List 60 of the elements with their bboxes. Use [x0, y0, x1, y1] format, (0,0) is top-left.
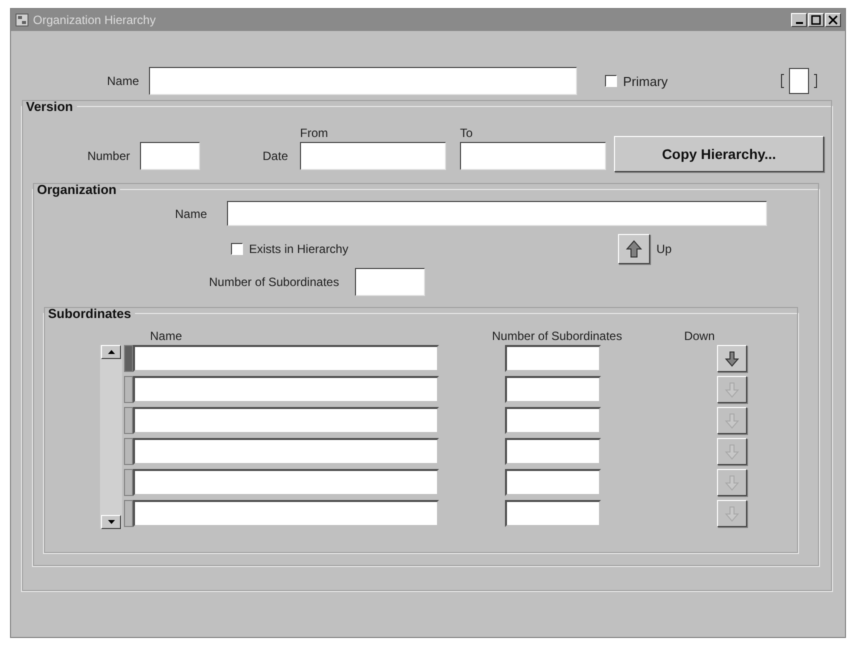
from-date-field[interactable]: [300, 142, 446, 170]
vertical-scrollbar[interactable]: [100, 345, 122, 529]
name-label: Name: [106, 74, 139, 88]
scroll-up-button[interactable]: [101, 345, 121, 359]
up-label: Up: [656, 242, 672, 256]
minimize-button[interactable]: [791, 13, 807, 27]
close-button[interactable]: [825, 13, 841, 27]
subordinate-name-field[interactable]: [133, 376, 439, 403]
subordinate-name-field[interactable]: [133, 407, 439, 434]
down-arrow-icon: [725, 350, 739, 366]
to-label: To: [460, 126, 474, 140]
up-triangle-icon: [108, 350, 114, 354]
down-arrow-icon: [725, 412, 739, 428]
down-arrow-icon: [725, 506, 739, 522]
subordinate-count-field[interactable]: [505, 500, 601, 527]
subordinate-name-field[interactable]: [133, 345, 439, 372]
number-label: Number: [87, 149, 130, 163]
exists-label: Exists in Hierarchy: [249, 242, 348, 256]
to-date-field[interactable]: [460, 142, 606, 170]
copy-hierarchy-button[interactable]: Copy Hierarchy...: [614, 136, 824, 172]
subordinates-title: Subordinates: [47, 306, 132, 321]
subordinate-name-field[interactable]: [133, 500, 439, 527]
column-header: Down: [684, 329, 715, 343]
subordinate-count-field[interactable]: [505, 376, 601, 403]
down-arrow-icon: [725, 382, 739, 398]
subordinate-count-field[interactable]: [505, 345, 601, 372]
organization-title: Organization: [36, 182, 118, 197]
number-field[interactable]: [140, 142, 200, 170]
minimize-icon: [796, 22, 802, 24]
version-title: Version: [25, 99, 74, 114]
maximize-button[interactable]: [808, 13, 824, 27]
subordinate-name-field[interactable]: [133, 438, 439, 465]
window-icon: [15, 13, 29, 27]
subordinate-count-field[interactable]: [505, 469, 601, 496]
down-arrow-icon: [725, 474, 739, 490]
down-triangle-icon: [108, 520, 114, 524]
record-indicator-icon: [781, 68, 817, 94]
subordinate-count-field[interactable]: [505, 438, 601, 465]
subordinates-count-field[interactable]: [355, 268, 426, 296]
primary-checkbox[interactable]: [605, 75, 617, 87]
up-arrow-icon: [625, 239, 644, 259]
name-field[interactable]: [149, 67, 577, 95]
down-arrow-icon: [725, 444, 739, 460]
window-title: Organization Hierarchy: [33, 13, 156, 27]
primary-label: Primary: [623, 74, 668, 88]
subordinate-name-field[interactable]: [133, 469, 439, 496]
scroll-down-button[interactable]: [101, 515, 121, 529]
down-button[interactable]: [717, 345, 747, 372]
organization-name-label: Name: [174, 206, 207, 220]
column-header: Name: [150, 329, 182, 343]
column-header: Number of Subordinates: [492, 329, 622, 343]
up-button[interactable]: [618, 234, 650, 264]
subordinate-count-field[interactable]: [505, 407, 601, 434]
maximize-icon: [811, 15, 821, 25]
date-label: Date: [262, 149, 288, 163]
organization-name-field[interactable]: [227, 201, 767, 226]
from-label: From: [300, 126, 329, 140]
subordinates-count-label: Number of Subordinates: [209, 275, 340, 289]
exists-checkbox[interactable]: [231, 243, 243, 255]
close-icon: [828, 15, 838, 25]
